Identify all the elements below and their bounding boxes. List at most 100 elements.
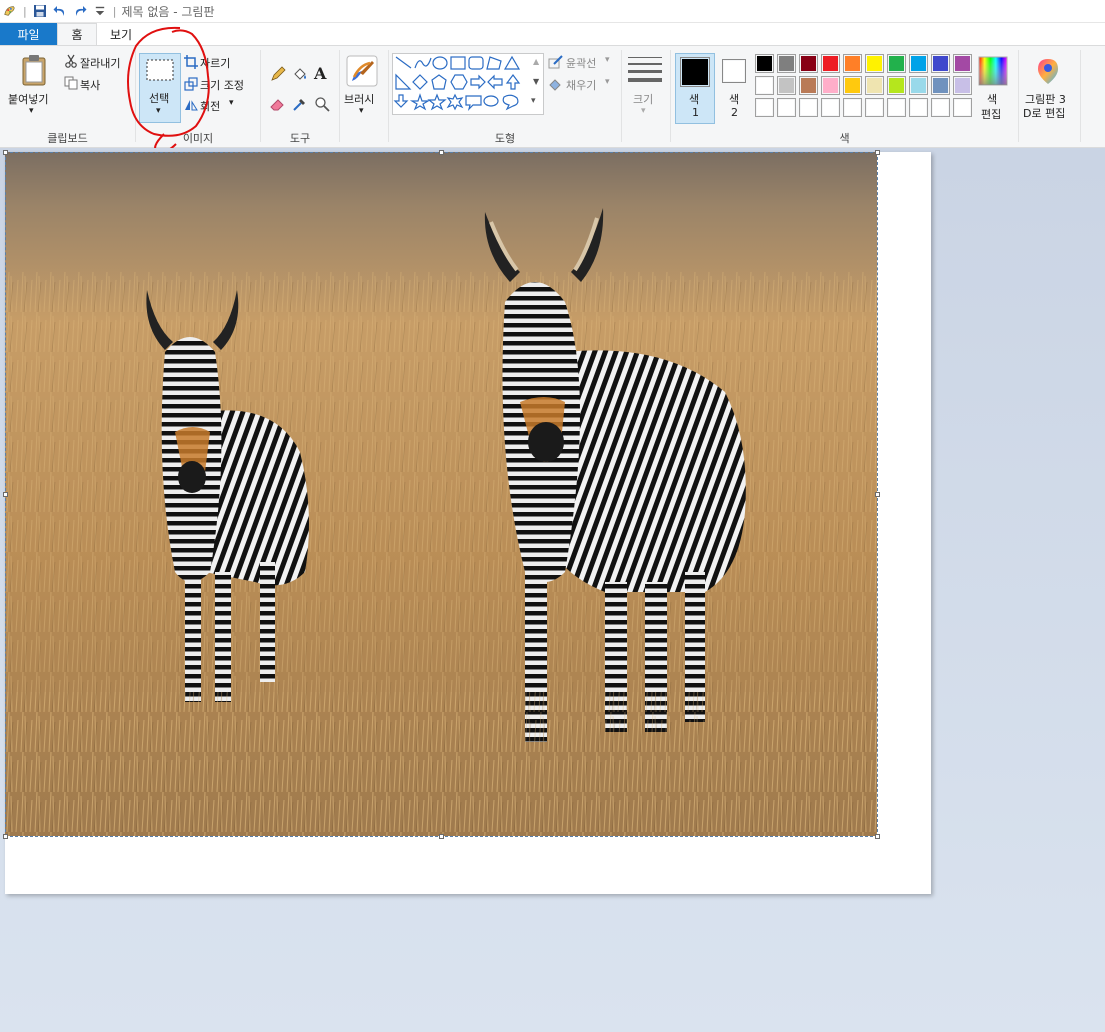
line-size-icon[interactable] [628, 55, 662, 86]
palette-swatch-fill [889, 100, 904, 115]
resize-button[interactable]: 크기 조정 [200, 77, 244, 93]
tools-group-label: 도구 [289, 132, 311, 145]
paste-dropdown-icon[interactable]: ▾ [29, 106, 34, 116]
tab-file[interactable]: 파일 [0, 23, 57, 45]
palette-swatch[interactable] [821, 54, 840, 73]
redo-icon[interactable] [72, 3, 88, 19]
eraser-icon[interactable] [270, 96, 286, 115]
palette-swatch[interactable] [843, 54, 862, 73]
palette-swatch[interactable] [887, 54, 906, 73]
outline-icon[interactable] [548, 55, 564, 72]
palette-swatch-fill [823, 100, 838, 115]
crop-button[interactable]: 자르기 [200, 55, 230, 71]
copy-icon[interactable] [64, 76, 78, 93]
cut-icon[interactable] [64, 54, 78, 71]
palette-swatch[interactable] [777, 54, 796, 73]
rotate-button[interactable]: 회전 [200, 98, 220, 114]
save-icon[interactable] [32, 3, 48, 19]
palette-swatch[interactable] [843, 98, 862, 117]
palette-swatch[interactable] [909, 98, 928, 117]
magnifier-icon[interactable] [314, 96, 330, 115]
palette-swatch[interactable] [755, 98, 774, 117]
palette-swatch[interactable] [777, 98, 796, 117]
shapes-scroll-up-icon[interactable]: ▲ [533, 57, 539, 66]
palette-swatch[interactable] [953, 54, 972, 73]
zebra-photo[interactable] [5, 152, 877, 836]
drawing-canvas[interactable] [3, 150, 931, 894]
fill-bucket-icon[interactable] [292, 66, 308, 85]
fill-button[interactable]: 채우기 [566, 77, 596, 93]
outline-dropdown-icon[interactable]: ▾ [605, 55, 610, 65]
resize-handle-tr[interactable] [875, 150, 880, 155]
palette-swatch-fill [933, 100, 948, 115]
brushes-button[interactable]: 브러시 [344, 91, 374, 107]
palette-swatch[interactable] [931, 76, 950, 95]
palette-swatch[interactable] [909, 76, 928, 95]
resize-icon[interactable] [184, 77, 198, 94]
color2-button[interactable] [722, 59, 746, 83]
paste-button[interactable] [20, 54, 48, 89]
brush-icon[interactable] [346, 55, 378, 90]
group-divider [621, 50, 622, 142]
palette-swatch[interactable] [953, 76, 972, 95]
palette-swatch[interactable] [931, 54, 950, 73]
shapes-scroll-down-icon[interactable]: ▼ [533, 77, 539, 86]
palette-swatch[interactable] [821, 98, 840, 117]
shapes-gallery[interactable] [392, 53, 544, 115]
copy-button[interactable]: 복사 [80, 77, 100, 93]
resize-handle-b[interactable] [439, 834, 444, 839]
palette-swatch[interactable] [887, 98, 906, 117]
paint-app-icon[interactable] [2, 3, 18, 19]
undo-icon[interactable] [52, 3, 68, 19]
size-dropdown-icon[interactable]: ▾ [641, 106, 646, 116]
resize-handle-tl[interactable] [3, 150, 8, 155]
palette-swatch-fill [955, 78, 970, 93]
rotate-dropdown-icon[interactable]: ▾ [229, 98, 234, 108]
tab-home[interactable]: 홈 [57, 23, 97, 45]
size-button[interactable]: 크기 [633, 91, 653, 107]
palette-swatch[interactable] [799, 98, 818, 117]
resize-handle-br[interactable] [875, 834, 880, 839]
zebra-photo-art [5, 152, 877, 836]
resize-handle-r[interactable] [875, 492, 880, 497]
cut-button[interactable]: 잘라내기 [80, 55, 120, 71]
palette-swatch[interactable] [953, 98, 972, 117]
shapes-expand-icon[interactable]: ▾ [531, 96, 536, 106]
text-tool-icon[interactable]: A [314, 64, 326, 83]
fill-icon[interactable] [548, 77, 564, 94]
palette-swatch-fill [823, 78, 838, 93]
palette-swatch[interactable] [843, 76, 862, 95]
paint3d-icon[interactable] [1033, 56, 1063, 89]
palette-swatch[interactable] [865, 98, 884, 117]
resize-handle-t[interactable] [439, 150, 444, 155]
crop-icon[interactable] [184, 55, 198, 72]
palette-swatch[interactable] [799, 76, 818, 95]
customize-quick-access-icon[interactable] [92, 3, 108, 19]
group-divider [260, 50, 261, 142]
brushes-dropdown-icon[interactable]: ▾ [359, 106, 364, 116]
select-dropdown-icon[interactable]: ▾ [156, 106, 161, 116]
resize-handle-bl[interactable] [3, 834, 8, 839]
palette-swatch[interactable] [777, 76, 796, 95]
palette-swatch[interactable] [865, 54, 884, 73]
palette-swatch[interactable] [887, 76, 906, 95]
edit-colors-icon[interactable] [978, 56, 1008, 89]
palette-swatch[interactable] [821, 76, 840, 95]
palette-swatch[interactable] [799, 54, 818, 73]
palette-swatch[interactable] [931, 98, 950, 117]
palette-swatch[interactable] [865, 76, 884, 95]
resize-handle-l[interactable] [3, 492, 8, 497]
palette-swatch[interactable] [755, 76, 774, 95]
palette-swatch-fill [779, 56, 794, 71]
palette-swatch[interactable] [755, 54, 774, 73]
palette-swatch-fill [779, 78, 794, 93]
pencil-icon[interactable] [270, 66, 286, 85]
tab-view[interactable]: 보기 [97, 23, 145, 45]
palette-swatch-fill [933, 78, 948, 93]
outline-button[interactable]: 윤곽선 [566, 55, 596, 71]
group-divider [388, 50, 389, 142]
fill-dropdown-icon[interactable]: ▾ [605, 77, 610, 87]
palette-swatch[interactable] [909, 54, 928, 73]
rotate-icon[interactable] [184, 98, 198, 115]
color-picker-icon[interactable] [292, 96, 308, 115]
